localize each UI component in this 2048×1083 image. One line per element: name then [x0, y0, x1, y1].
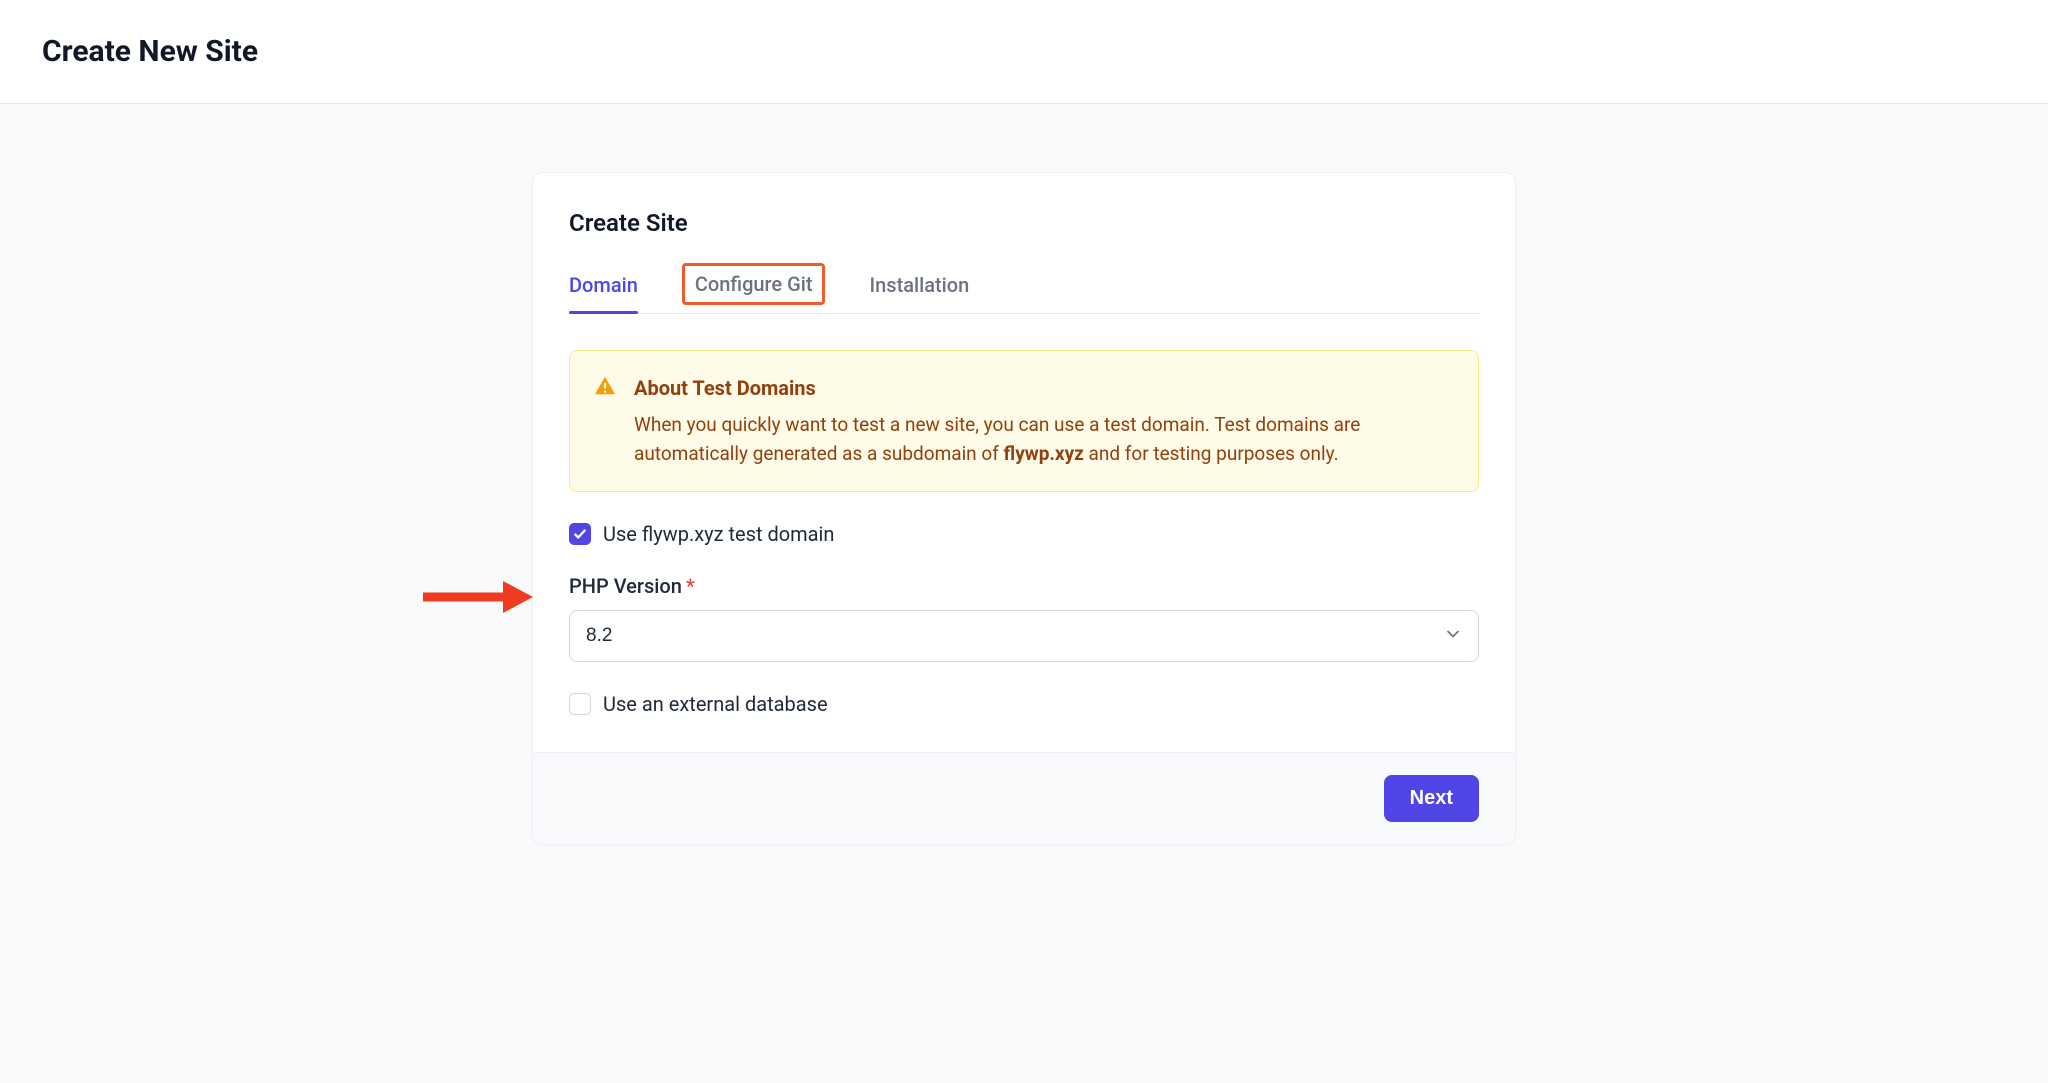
php-version-label: PHP Version*: [569, 574, 1479, 598]
page-title: Create New Site: [42, 34, 258, 69]
alert-text-bold: flywp.xyz: [1004, 442, 1084, 465]
create-site-card: Create Site Domain Configure Git Install…: [532, 172, 1516, 845]
tab-label: Installation: [869, 273, 969, 297]
external-db-checkbox[interactable]: [569, 693, 591, 715]
card-footer: Next: [533, 752, 1515, 844]
use-test-domain-row: Use flywp.xyz test domain: [569, 522, 1479, 546]
page-body: Create Site Domain Configure Git Install…: [0, 104, 2048, 1083]
card-body: Create Site Domain Configure Git Install…: [533, 173, 1515, 752]
php-version-select-wrap: 8.2: [569, 610, 1479, 662]
test-domain-alert: About Test Domains When you quickly want…: [569, 350, 1479, 492]
alert-text-post: and for testing purposes only.: [1084, 442, 1339, 465]
tab-label: Domain: [569, 273, 638, 297]
alert-text: When you quickly want to test a new site…: [634, 410, 1454, 469]
required-asterisk: *: [686, 574, 695, 598]
next-button[interactable]: Next: [1384, 775, 1479, 822]
warning-triangle-icon: [594, 375, 616, 397]
use-test-domain-label[interactable]: Use flywp.xyz test domain: [603, 522, 834, 546]
external-db-row: Use an external database: [569, 692, 1479, 716]
php-version-label-text: PHP Version: [569, 574, 682, 598]
tab-configure-git[interactable]: Configure Git: [682, 263, 826, 305]
php-version-select[interactable]: 8.2: [569, 610, 1479, 662]
tab-domain[interactable]: Domain: [569, 265, 638, 313]
top-header: Create New Site: [0, 0, 2048, 104]
alert-title: About Test Domains: [634, 373, 1454, 404]
tab-bar: Domain Configure Git Installation: [569, 265, 1479, 314]
check-icon: [573, 527, 587, 541]
use-test-domain-checkbox[interactable]: [569, 523, 591, 545]
external-db-label[interactable]: Use an external database: [603, 692, 828, 716]
tab-installation[interactable]: Installation: [869, 265, 969, 313]
annotation-arrow: [423, 577, 533, 617]
tab-label: Configure Git: [695, 272, 813, 296]
card-title: Create Site: [569, 209, 1479, 237]
alert-content: About Test Domains When you quickly want…: [634, 373, 1454, 469]
